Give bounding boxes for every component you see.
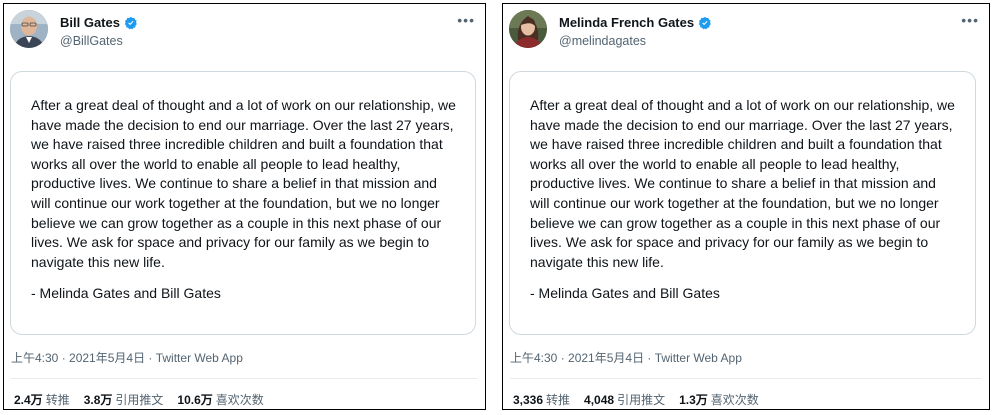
more-options-icon[interactable]: ••• (457, 12, 475, 28)
retweets-stat[interactable]: 3,336 转推 (513, 391, 570, 408)
avatar[interactable] (509, 10, 547, 48)
handle[interactable]: @BillGates (60, 34, 138, 48)
tweet-stats: 2.4万 转推 3.8万 引用推文 10.6万 喜欢次数 (14, 391, 264, 408)
statement-text: After a great deal of thought and a lot … (31, 97, 456, 270)
tweet-stats: 3,336 转推 4,048 引用推文 1.3万 喜欢次数 (513, 391, 759, 408)
tweet-header: Bill Gates @BillGates ••• (10, 10, 475, 52)
divider (11, 378, 477, 379)
tweet-timestamp[interactable]: 上午4:30 · 2021年5月4日 · Twitter Web App (11, 349, 243, 366)
likes-stat[interactable]: 1.3万 喜欢次数 (679, 391, 759, 408)
avatar[interactable] (10, 10, 48, 48)
statement-signature: - Melinda Gates and Bill Gates (530, 285, 720, 302)
display-name[interactable]: Bill Gates (60, 15, 120, 30)
tweet-header: Melinda French Gates @melindagates ••• (509, 10, 979, 52)
retweets-stat[interactable]: 2.4万 转推 (14, 391, 70, 408)
statement-image[interactable]: After a great deal of thought and a lot … (509, 71, 976, 335)
statement-text: After a great deal of thought and a lot … (530, 97, 955, 270)
person-avatar-icon (509, 10, 547, 48)
verified-badge-icon (698, 16, 711, 29)
tweet-timestamp[interactable]: 上午4:30 · 2021年5月4日 · Twitter Web App (510, 349, 742, 366)
person-avatar-icon (10, 10, 48, 48)
tweet-bill-gates: Bill Gates @BillGates ••• After a great … (3, 3, 486, 410)
more-options-icon[interactable]: ••• (961, 12, 979, 28)
verified-badge-icon (124, 16, 137, 29)
tweet-melinda-gates: Melinda French Gates @melindagates ••• A… (502, 3, 990, 410)
statement-signature: - Melinda Gates and Bill Gates (31, 285, 221, 302)
divider (510, 378, 981, 379)
display-name[interactable]: Melinda French Gates (559, 15, 694, 30)
likes-stat[interactable]: 10.6万 喜欢次数 (177, 391, 263, 408)
quote-tweets-stat[interactable]: 3.8万 引用推文 (84, 391, 164, 408)
quote-tweets-stat[interactable]: 4,048 引用推文 (584, 391, 665, 408)
statement-image[interactable]: After a great deal of thought and a lot … (10, 71, 476, 335)
handle[interactable]: @melindagates (559, 34, 712, 48)
